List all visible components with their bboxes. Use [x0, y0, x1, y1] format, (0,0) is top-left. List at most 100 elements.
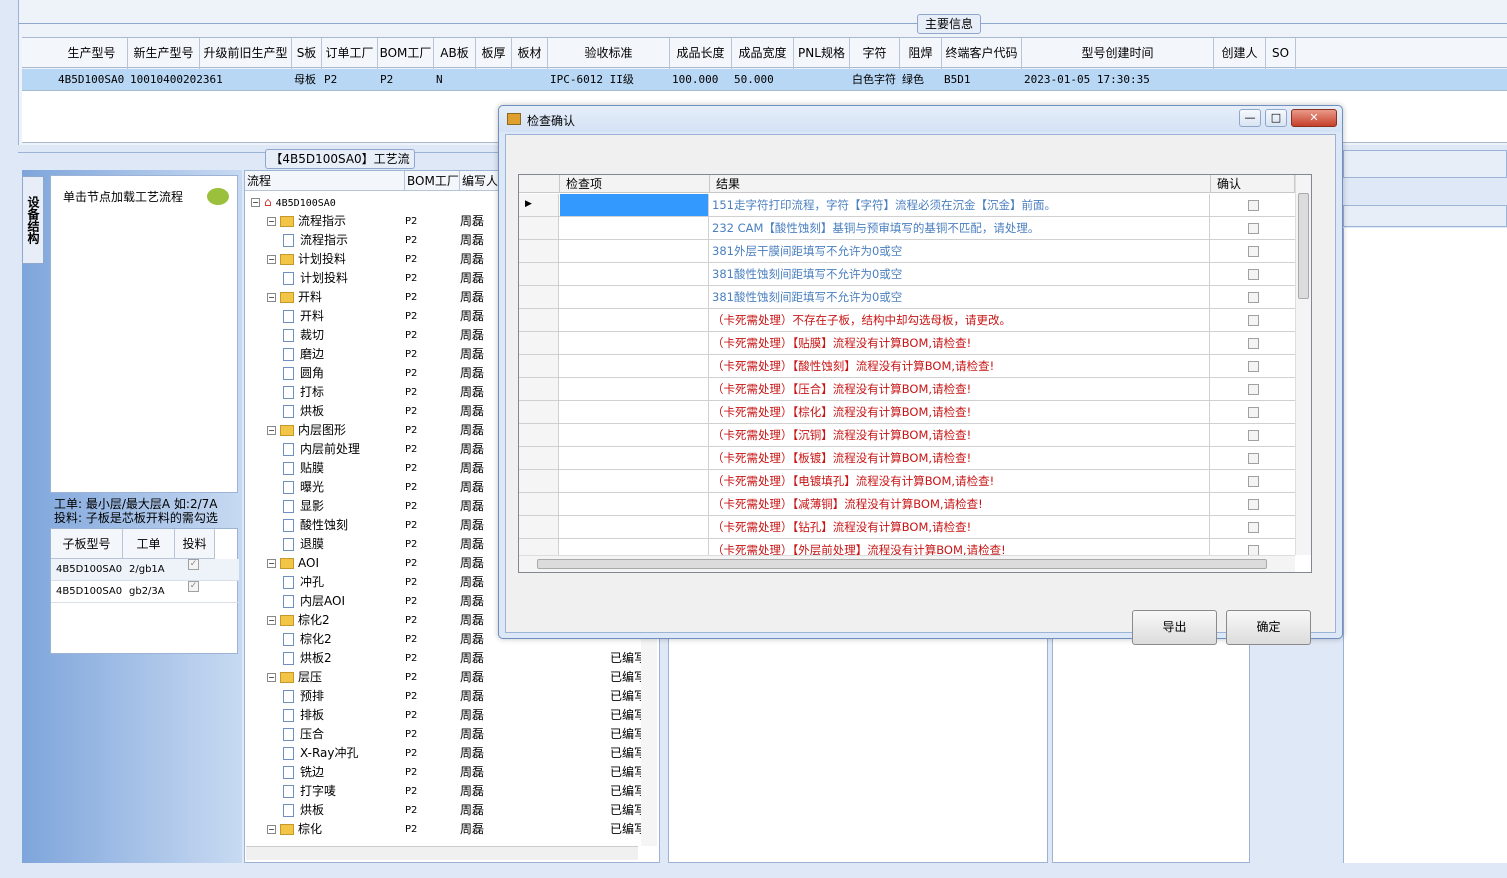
- table-row[interactable]: （卡死需处理）【电镀填孔】流程没有计算BOM,请检查!: [519, 470, 1295, 493]
- table-row[interactable]: 4B5D100SA0 2/gb1A ✓: [51, 559, 239, 581]
- tree-node[interactable]: X-Ray冲孔 P2 周磊 已编写: [245, 744, 646, 763]
- check-item-cell[interactable]: [560, 378, 709, 400]
- column-header[interactable]: 成品长度: [670, 38, 732, 69]
- check-item-cell[interactable]: [560, 263, 709, 285]
- collapse-icon[interactable]: −: [267, 616, 276, 625]
- collapse-icon[interactable]: −: [251, 198, 260, 207]
- row-selector[interactable]: [519, 378, 559, 400]
- confirm-checkbox[interactable]: [1247, 476, 1259, 487]
- tree-node[interactable]: 预排 P2 周磊 已编写: [245, 687, 646, 706]
- collapse-icon[interactable]: −: [267, 217, 276, 226]
- confirm-checkbox[interactable]: [1247, 361, 1259, 372]
- table-row[interactable]: （卡死需处理）【沉铜】流程没有计算BOM,请检查!: [519, 424, 1295, 447]
- feed-checkbox[interactable]: ✓: [188, 559, 199, 570]
- column-header[interactable]: 验收标准: [548, 38, 670, 69]
- column-header[interactable]: SO: [1266, 38, 1296, 69]
- feed-checkbox[interactable]: ✓: [188, 581, 199, 592]
- column-header[interactable]: 升级前旧生产型号: [200, 38, 292, 91]
- row-selector[interactable]: [519, 217, 559, 239]
- check-item-cell[interactable]: [560, 194, 709, 216]
- tree-node[interactable]: 排板 P2 周磊 已编写: [245, 706, 646, 725]
- check-item-cell[interactable]: [560, 424, 709, 446]
- confirm-checkbox[interactable]: [1247, 200, 1259, 211]
- row-selector[interactable]: [519, 447, 559, 469]
- process-flow-tab[interactable]: 【4B5D100SA0】工艺流程: [265, 149, 415, 184]
- row-selector[interactable]: [519, 470, 559, 492]
- grid-vertical-scrollbar[interactable]: [1295, 175, 1311, 555]
- confirm-checkbox[interactable]: [1247, 269, 1259, 280]
- table-row[interactable]: 4B5D100SA0 gb2/3A ✓: [51, 581, 239, 603]
- close-icon[interactable]: ✕: [1291, 109, 1337, 127]
- collapse-icon[interactable]: −: [267, 825, 276, 834]
- export-button[interactable]: 导出: [1132, 610, 1217, 645]
- row-selector[interactable]: [519, 355, 559, 377]
- check-item-cell[interactable]: [560, 240, 709, 262]
- row-selector[interactable]: [519, 240, 559, 262]
- tree-node[interactable]: − 层压 P2 周磊 已编写: [245, 668, 646, 687]
- table-row[interactable]: （卡死需处理）【钻孔】流程没有计算BOM,请检查!: [519, 516, 1295, 539]
- table-row[interactable]: 381酸性蚀刻间距填写不允许为0或空: [519, 286, 1295, 309]
- tree-node[interactable]: 烘板2 P2 周磊 已编写: [245, 649, 646, 668]
- check-item-cell[interactable]: [560, 447, 709, 469]
- column-header[interactable]: BOM工厂: [378, 38, 434, 69]
- maximize-icon[interactable]: □: [1265, 109, 1287, 127]
- row-selector[interactable]: [519, 401, 559, 423]
- collapse-icon[interactable]: −: [267, 559, 276, 568]
- tree-horizontal-scrollbar[interactable]: [246, 846, 638, 860]
- confirm-checkbox[interactable]: [1247, 246, 1259, 257]
- confirm-checkbox[interactable]: [1247, 430, 1259, 441]
- table-row[interactable]: （卡死需处理）【贴膜】流程没有计算BOM,请检查!: [519, 332, 1295, 355]
- row-selector[interactable]: [519, 263, 559, 285]
- column-header[interactable]: 字符: [850, 38, 900, 69]
- check-item-cell[interactable]: [560, 355, 709, 377]
- table-row[interactable]: 381外层干膜间距填写不允许为0或空: [519, 240, 1295, 263]
- grid-horizontal-scrollbar[interactable]: [519, 555, 1295, 572]
- confirm-checkbox[interactable]: [1247, 384, 1259, 395]
- check-item-cell[interactable]: [560, 493, 709, 515]
- confirm-checkbox[interactable]: [1247, 453, 1259, 464]
- confirm-checkbox[interactable]: [1247, 522, 1259, 533]
- tree-node[interactable]: 烘板 P2 周磊 已编写: [245, 801, 646, 820]
- tree-node[interactable]: 压合 P2 周磊 已编写: [245, 725, 646, 744]
- column-header[interactable]: 型号创建时间: [1022, 38, 1214, 69]
- row-selector[interactable]: [519, 516, 559, 538]
- column-header[interactable]: 生产型号: [56, 38, 128, 69]
- ok-button[interactable]: 确定: [1226, 610, 1311, 645]
- scroll-thumb[interactable]: [537, 559, 1267, 569]
- confirm-checkbox[interactable]: [1247, 499, 1259, 510]
- table-row[interactable]: （卡死需处理）【棕化】流程没有计算BOM,请检查!: [519, 401, 1295, 424]
- check-item-cell[interactable]: [560, 401, 709, 423]
- table-row[interactable]: （卡死需处理）【酸性蚀刻】流程没有计算BOM,请检查!: [519, 355, 1295, 378]
- table-row[interactable]: （卡死需处理）不存在子板，结构中却勾选母板，请更改。: [519, 309, 1295, 332]
- check-item-cell[interactable]: [560, 286, 709, 308]
- tab-device-structure[interactable]: 设备结构: [22, 176, 44, 264]
- row-selector[interactable]: [519, 493, 559, 515]
- column-header[interactable]: 新生产型号: [128, 38, 200, 69]
- check-item-cell[interactable]: [560, 309, 709, 331]
- dialog-titlebar[interactable]: 检查确认 — □ ✕: [499, 106, 1342, 132]
- check-item-cell[interactable]: [560, 332, 709, 354]
- column-header[interactable]: 板厚: [476, 38, 512, 69]
- confirm-checkbox[interactable]: [1247, 292, 1259, 303]
- check-item-cell[interactable]: [560, 217, 709, 239]
- column-header[interactable]: 成品宽度: [732, 38, 794, 69]
- confirm-checkbox[interactable]: [1247, 223, 1259, 234]
- tree-node[interactable]: 铣边 P2 周磊 已编写: [245, 763, 646, 782]
- table-row[interactable]: （卡死需处理）【板镀】流程没有计算BOM,请检查!: [519, 447, 1295, 470]
- main-info-tab[interactable]: 主要信息: [917, 14, 981, 34]
- tree-node[interactable]: − 棕化 P2 周磊 已编写: [245, 820, 646, 839]
- check-item-cell[interactable]: [560, 516, 709, 538]
- column-header[interactable]: 创建人: [1214, 38, 1266, 69]
- table-row[interactable]: 381酸性蚀刻间距填写不允许为0或空: [519, 263, 1295, 286]
- column-header[interactable]: AB板: [434, 38, 476, 69]
- confirm-checkbox[interactable]: [1247, 315, 1259, 326]
- table-row[interactable]: （卡死需处理）【压合】流程没有计算BOM,请检查!: [519, 378, 1295, 401]
- row-selector[interactable]: [519, 424, 559, 446]
- table-row[interactable]: （卡死需处理）【减薄铜】流程没有计算BOM,请检查!: [519, 493, 1295, 516]
- tree-node[interactable]: 打字唛 P2 周磊 已编写: [245, 782, 646, 801]
- table-row[interactable]: ▶ 151走字符打印流程，字符【字符】流程必须在沉金【沉金】前面。: [519, 194, 1295, 217]
- row-selector[interactable]: [519, 309, 559, 331]
- column-header[interactable]: 阻焊: [900, 38, 942, 69]
- column-header[interactable]: 终端客户代码: [942, 38, 1022, 69]
- table-row[interactable]: 232 CAM【酸性蚀刻】基铜与预审填写的基铜不匹配，请处理。: [519, 217, 1295, 240]
